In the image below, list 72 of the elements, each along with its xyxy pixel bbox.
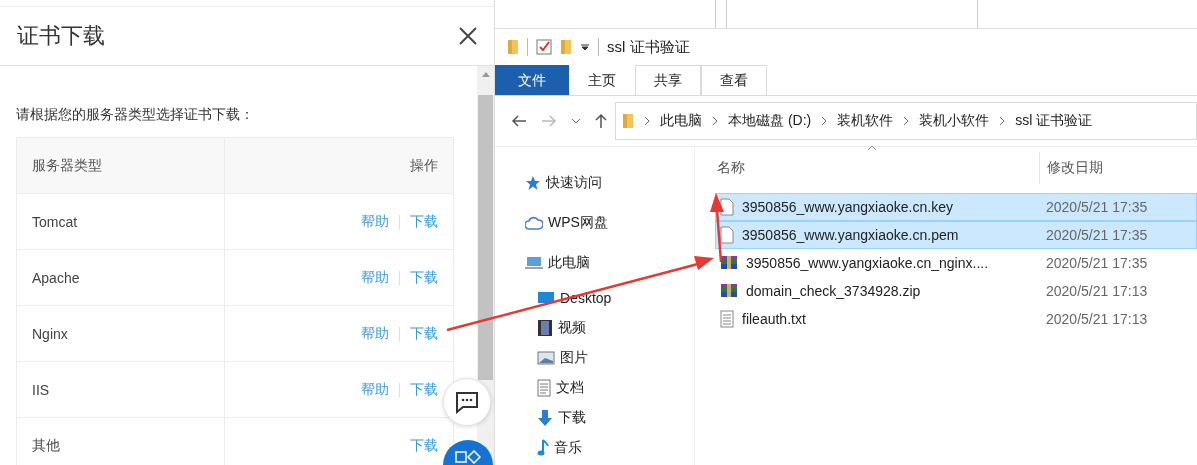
computer-icon (525, 256, 543, 270)
file-name: domain_check_3734928.zip (746, 283, 921, 299)
file-name: 3950856_www.yangxiaoke.cn.pem (742, 227, 959, 243)
file-icon (720, 226, 734, 244)
address-bar[interactable]: 此电脑 本地磁盘 (D:) 装机软件 装机小软件 ssl 证书验证 (615, 102, 1197, 140)
nav-item[interactable]: 快速访问 (546, 174, 602, 192)
window-title: ssl 证书验证 (607, 37, 690, 57)
folder-icon (622, 113, 634, 129)
file-date: 2020/5/21 17:13 (1045, 283, 1148, 299)
instruction-text: 请根据您的服务器类型选择证书下载： (16, 106, 255, 124)
shapes-icon (455, 450, 481, 464)
close-icon[interactable] (458, 26, 478, 46)
file-date: 2020/5/21 17:35 (1045, 199, 1148, 215)
file-row[interactable]: fileauth.txt 2020/5/21 17:13 (715, 305, 1197, 333)
star-icon (525, 175, 541, 191)
archive-icon (720, 255, 738, 271)
nav-item[interactable]: 视频 (558, 319, 586, 337)
column-header[interactable]: 修改日期 (1039, 152, 1103, 184)
chevron-right-icon (644, 116, 650, 126)
table-cell: Apache (16, 249, 225, 306)
file-row[interactable]: 3950856_www.yangxiaoke.cn.pem 2020/5/21 17:35 (715, 221, 1197, 249)
file-row[interactable]: domain_check_3734928.zip 2020/5/21 17:13 (715, 277, 1197, 305)
desktop-icon (537, 291, 555, 305)
chevron-right-icon (821, 116, 828, 126)
text-file-icon (720, 310, 734, 328)
nav-item[interactable]: 下载 (558, 409, 586, 427)
dialog-title: 证书下载 (17, 22, 105, 50)
file-row[interactable]: 3950856_www.yangxiaoke.cn.key 2020/5/21 17:35 (715, 193, 1197, 221)
column-header: 操作 (224, 137, 454, 194)
nav-item[interactable]: 文档 (556, 379, 584, 397)
picture-icon (537, 351, 555, 365)
folder-icon (507, 39, 519, 55)
music-note-icon (537, 439, 549, 457)
download-icon (537, 409, 553, 427)
document-icon (537, 379, 551, 397)
table-cell: Tomcat (16, 193, 225, 250)
ribbon-tab[interactable]: 共享 (635, 65, 701, 95)
ribbon-tab[interactable]: 主页 (569, 65, 635, 95)
file-date: 2020/5/21 17:35 (1045, 227, 1148, 243)
nav-item[interactable]: WPS网盘 (548, 214, 608, 232)
file-date: 2020/5/21 17:13 (1045, 311, 1148, 327)
column-header: 服务器类型 (16, 137, 225, 194)
chat-icon (455, 390, 479, 414)
column-header[interactable]: 名称 (695, 159, 1039, 177)
back-icon[interactable] (511, 115, 527, 127)
chevron-right-icon (999, 116, 1006, 126)
chevron-down-icon[interactable] (571, 118, 581, 124)
up-icon[interactable] (595, 113, 607, 129)
table-cell: IIS (16, 361, 225, 418)
dropdown-icon[interactable] (580, 43, 590, 51)
chevron-right-icon (903, 116, 910, 126)
chat-button[interactable] (443, 378, 491, 426)
archive-icon (720, 283, 738, 299)
file-icon (720, 198, 734, 216)
film-icon (537, 319, 553, 337)
nav-item[interactable]: 此电脑 (548, 254, 590, 272)
sort-caret-icon (867, 145, 877, 151)
file-name: fileauth.txt (742, 311, 806, 327)
ribbon-tab[interactable]: 查看 (701, 65, 767, 95)
ribbon-tab[interactable]: 文件 (495, 65, 569, 95)
file-name: 3950856_www.yangxiaoke.cn_nginx.... (746, 255, 989, 271)
file-date: 2020/5/21 17:35 (1045, 255, 1148, 271)
file-name: 3950856_www.yangxiaoke.cn.key (742, 199, 953, 215)
nav-item[interactable]: 图片 (560, 349, 588, 367)
chevron-right-icon (712, 116, 718, 126)
nav-item[interactable]: 音乐 (554, 439, 582, 457)
table-cell: Nginx (16, 305, 225, 362)
folder-icon (560, 39, 572, 55)
file-row[interactable]: 3950856_www.yangxiaoke.cn_nginx.... 2020/5/21 17:35 (715, 249, 1197, 277)
table-cell: 其他 (16, 417, 225, 465)
checkbox-icon[interactable] (536, 39, 552, 55)
cloud-icon (525, 216, 543, 230)
